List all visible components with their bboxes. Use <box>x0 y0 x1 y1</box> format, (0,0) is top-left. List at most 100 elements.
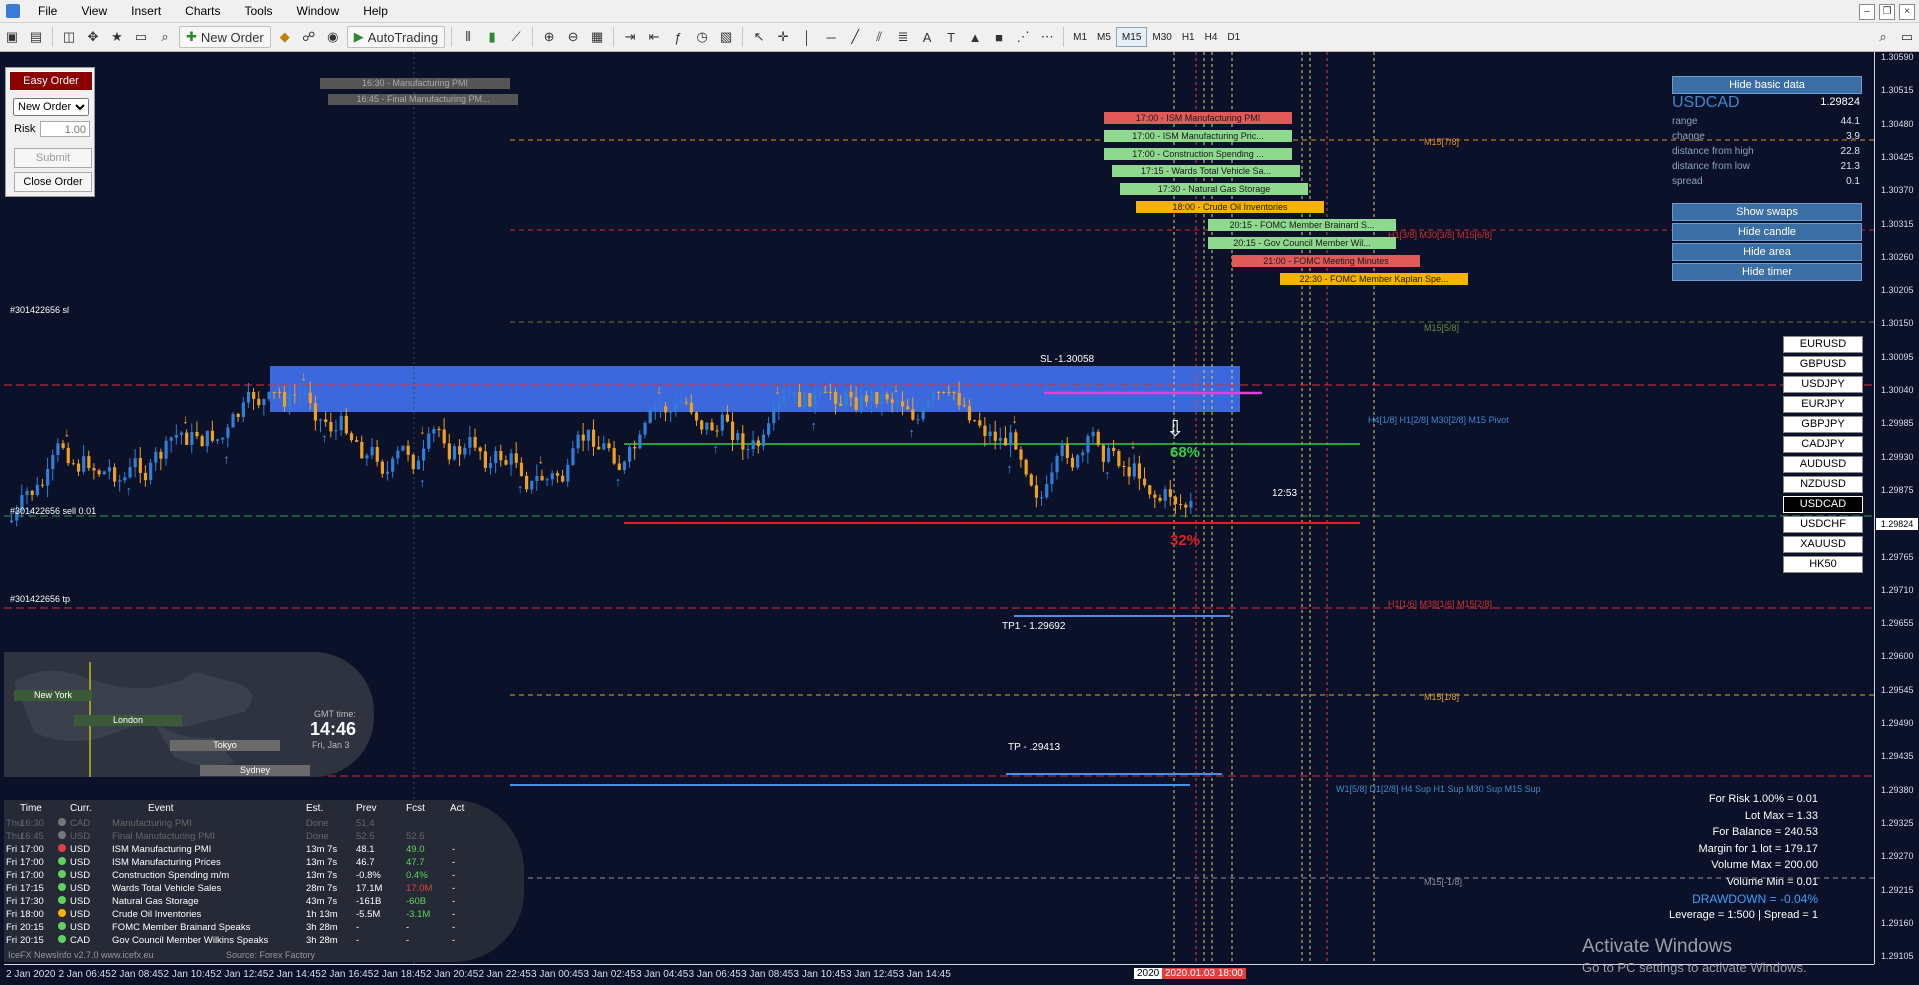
order-type-select[interactable]: New Order <box>13 98 89 116</box>
news-row: Fri 20:15 USD FOMC Member Brainard Speaks 3h… <box>4 922 524 935</box>
symbol-button-usdjpy[interactable]: USDJPY <box>1783 376 1863 393</box>
menu-file[interactable]: File <box>26 4 69 18</box>
sell-signal-arrow-icon: ↓ <box>64 425 71 440</box>
symbol-button-xauusd[interactable]: XAUUSD <box>1783 536 1863 553</box>
tf-m30[interactable]: M30 <box>1147 28 1176 46</box>
submit-button[interactable]: Submit <box>14 148 92 168</box>
price-chart[interactable]: ↑ ↓ ↑ ↓ ↑ ↓ ↑ ↑ ↓ ↑ ↓ ↑ ↓ ↑ ↓ ↑ ↓ ↑ ↑ ↓ ↑ ↓ #301422656 sl #30… <box>4 52 1874 964</box>
trendline-icon[interactable]: ╱ <box>845 27 865 47</box>
candlestick-icon[interactable]: ▮ <box>482 27 502 47</box>
close-order-button[interactable]: Close Order <box>14 172 92 192</box>
fibonacci-icon[interactable]: ≣ <box>893 27 913 47</box>
tf-d1[interactable]: D1 <box>1222 28 1245 46</box>
risk-input[interactable]: 1.00 <box>40 121 90 137</box>
symbol-button-gbpjpy[interactable]: GBPJPY <box>1783 416 1863 433</box>
chat-icon[interactable]: ▭ <box>1897 27 1917 47</box>
candle-body <box>1122 465 1126 467</box>
hide-candle-button[interactable]: Hide candle <box>1672 223 1862 241</box>
shapes-icon[interactable]: ■ <box>989 27 1009 47</box>
navigator-icon[interactable]: ★ <box>107 27 127 47</box>
zoom-in-icon[interactable]: ⊕ <box>539 27 559 47</box>
candle-body <box>179 432 184 435</box>
cursor-icon[interactable]: ↖ <box>749 27 769 47</box>
menu-charts[interactable]: Charts <box>173 4 232 18</box>
symbol-button-gbpusd[interactable]: GBPUSD <box>1783 356 1863 373</box>
symbol-button-cadjpy[interactable]: CADJPY <box>1783 436 1863 453</box>
candle-body <box>76 463 81 472</box>
level-label-m15-78: M15[7/8] <box>1424 137 1460 147</box>
new-order-button[interactable]: ✚ New Order <box>179 26 271 48</box>
price-tick-label: 1.30315 <box>1881 218 1914 229</box>
text-icon[interactable]: A <box>917 27 937 47</box>
close-icon[interactable]: × <box>1899 4 1915 20</box>
candle-body <box>92 468 96 471</box>
tester-icon[interactable]: ⌕ <box>155 27 175 47</box>
menu-window[interactable]: Window <box>285 4 352 18</box>
news-cell-day: Fri <box>6 896 18 907</box>
candle-body <box>777 402 781 409</box>
menu-insert[interactable]: Insert <box>119 4 173 18</box>
market-icon[interactable]: ◉ <box>323 27 343 47</box>
symbol-button-eurjpy[interactable]: EURJPY <box>1783 396 1863 413</box>
symbol-button-nzdusd[interactable]: NZDUSD <box>1783 476 1863 493</box>
chart-shift-icon[interactable]: ⇤ <box>644 27 664 47</box>
crosshair-icon[interactable]: ✛ <box>773 27 793 47</box>
terminal-icon[interactable]: ▭ <box>131 27 151 47</box>
candle-body <box>200 436 204 447</box>
tile-windows-icon[interactable]: ▦ <box>587 27 607 47</box>
tf-m1[interactable]: M1 <box>1068 28 1092 46</box>
metaeditor-icon[interactable]: ◆ <box>275 27 295 47</box>
symbol-button-usdchf[interactable]: USDCHF <box>1783 516 1863 533</box>
bar-chart-icon[interactable]: ⫴ <box>458 27 478 47</box>
tf-m15[interactable]: M15 <box>1115 27 1148 47</box>
arrows-icon[interactable]: ▲ <box>965 27 985 47</box>
vertical-line-icon[interactable]: │ <box>797 27 817 47</box>
candle-body <box>705 422 709 430</box>
candle-body <box>973 420 977 422</box>
equidistant-channel-icon[interactable]: ⫽ <box>869 27 889 47</box>
restore-icon[interactable]: ❐ <box>1879 4 1895 20</box>
objects-icon[interactable]: ⋯ <box>1037 27 1057 47</box>
menu-help[interactable]: Help <box>351 4 400 18</box>
show-swaps-button[interactable]: Show swaps <box>1672 203 1862 221</box>
candle-body <box>998 437 1002 441</box>
autoscroll-icon[interactable]: ⇥ <box>620 27 640 47</box>
symbol-button-usdcad[interactable]: USDCAD <box>1783 496 1863 513</box>
candle-body <box>792 392 796 396</box>
hide-basic-data-button[interactable]: Hide basic data <box>1672 76 1862 94</box>
candle-body <box>236 413 240 417</box>
candle-body <box>1132 463 1136 477</box>
price-tick-label: 1.29270 <box>1881 851 1914 862</box>
menu-tools[interactable]: Tools <box>233 4 285 18</box>
basic-data-row: distance from high 22.8 <box>1672 146 1860 157</box>
hide-timer-button[interactable]: Hide timer <box>1672 263 1862 281</box>
tf-h4[interactable]: H4 <box>1200 28 1223 46</box>
zoom-out-icon[interactable]: ⊖ <box>563 27 583 47</box>
more-tools-icon[interactable]: ⋰ <box>1013 27 1033 47</box>
symbol-button-hk50[interactable]: HK50 <box>1783 556 1863 573</box>
line-chart-icon[interactable]: ⟋ <box>506 27 526 47</box>
profiles-icon[interactable]: ▤ <box>26 27 46 47</box>
templates-icon[interactable]: ▧ <box>716 27 736 47</box>
autotrading-button[interactable]: ▶ AutoTrading <box>346 26 446 48</box>
symbol-button-audusd[interactable]: AUDUSD <box>1783 456 1863 473</box>
indicators-icon[interactable]: ƒ <box>668 27 688 47</box>
candle-body <box>97 470 101 475</box>
tf-h1[interactable]: H1 <box>1177 28 1200 46</box>
menu-view[interactable]: View <box>69 4 119 18</box>
hide-area-button[interactable]: Hide area <box>1672 243 1862 261</box>
minimize-icon[interactable]: – <box>1859 4 1875 20</box>
candle-body <box>210 430 215 441</box>
horizontal-line-icon[interactable]: ─ <box>821 27 841 47</box>
tf-m5[interactable]: M5 <box>1092 28 1116 46</box>
search-icon[interactable]: ⌕ <box>1873 27 1893 47</box>
data-window-icon[interactable]: ✥ <box>83 27 103 47</box>
candle-body <box>452 446 457 460</box>
text-label-icon[interactable]: T <box>941 27 961 47</box>
symbol-button-eurusd[interactable]: EURUSD <box>1783 336 1863 353</box>
signals-icon[interactable]: ☍ <box>299 27 319 47</box>
market-watch-icon[interactable]: ◫ <box>59 27 79 47</box>
periods-icon[interactable]: ◷ <box>692 27 712 47</box>
news-cell-prev: 48.1 <box>356 844 375 855</box>
new-chart-icon[interactable]: ▣ <box>2 27 22 47</box>
